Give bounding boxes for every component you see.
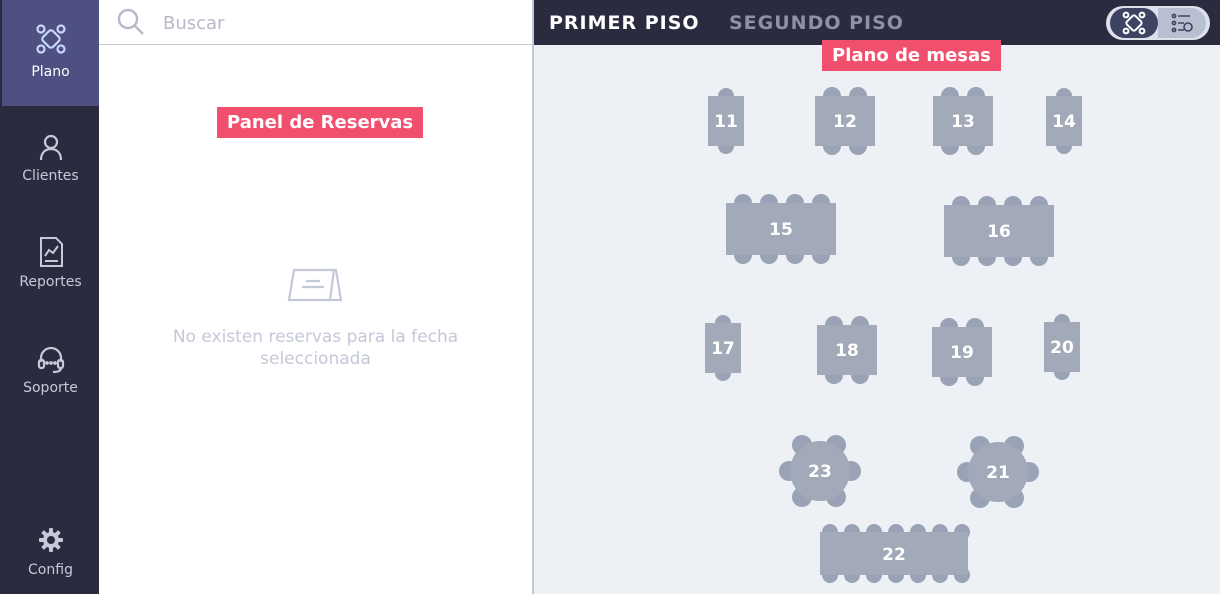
empty-state-message: No existen reservas para la fecha selecc… [99, 326, 532, 370]
table-22[interactable]: 22 [820, 524, 970, 583]
search-icon[interactable] [115, 6, 147, 38]
list-view-button[interactable] [1158, 8, 1206, 38]
table-11[interactable]: 11 [708, 88, 744, 154]
table-20[interactable]: 20 [1044, 314, 1080, 380]
headset-icon [37, 346, 64, 374]
table-14[interactable]: 14 [1046, 88, 1082, 154]
report-icon [39, 237, 63, 267]
table-number: 19 [950, 343, 974, 363]
table-number: 12 [833, 112, 857, 132]
floor-plan: PRIMER PISO SEGUNDO PISO Plano de mesas … [534, 0, 1220, 594]
tab-segundo-piso[interactable]: SEGUNDO PISO [729, 12, 904, 34]
sidebar-item-label: Soporte [23, 380, 78, 396]
table-number: 23 [808, 462, 832, 482]
table-number: 20 [1050, 338, 1074, 358]
table-15[interactable]: 15 [726, 194, 836, 264]
table-number: 14 [1052, 112, 1076, 132]
table-16[interactable]: 16 [944, 196, 1054, 266]
empty-state-line: seleccionada [260, 349, 371, 369]
table-12[interactable]: 12 [815, 87, 875, 155]
table-number: 11 [714, 112, 738, 132]
table-17[interactable]: 17 [705, 315, 741, 381]
table-21[interactable]: 21 [957, 436, 1039, 508]
empty-state-line: No existen reservas para la fecha [172, 327, 459, 347]
table-number: 15 [769, 220, 793, 240]
user-icon [39, 134, 62, 161]
tab-primer-piso[interactable]: PRIMER PISO [549, 12, 700, 34]
panel-callout: Panel de Reservas [217, 107, 424, 138]
table-number: 17 [711, 339, 735, 359]
table-19[interactable]: 19 [932, 318, 992, 386]
tent-card-icon [287, 268, 343, 302]
table-number: 18 [835, 341, 859, 361]
table-number: 13 [951, 112, 975, 132]
sidebar-item-plano[interactable]: Plano [2, 0, 99, 106]
search-bar [99, 0, 532, 45]
search-input[interactable] [161, 8, 505, 38]
sidebar: Plano Clientes Reportes Soporte Config [0, 0, 99, 594]
table-18[interactable]: 18 [817, 316, 877, 384]
sidebar-item-reportes[interactable]: Reportes [2, 212, 99, 318]
sidebar-item-clientes[interactable]: Clientes [2, 106, 99, 212]
reservation-panel: Panel de Reservas No existen reservas pa… [99, 0, 534, 594]
plan-view-button[interactable] [1110, 8, 1158, 38]
view-toggle [1106, 6, 1210, 40]
sidebar-item-label: Plano [31, 64, 70, 80]
table-number: 16 [987, 222, 1011, 242]
sidebar-item-label: Reportes [19, 274, 82, 290]
list-view-icon [1171, 13, 1193, 33]
gear-icon [38, 528, 63, 552]
sidebar-item-label: Clientes [22, 168, 79, 184]
floor-header: PRIMER PISO SEGUNDO PISO [534, 0, 1220, 45]
table-number: 21 [986, 463, 1010, 483]
sidebar-item-config[interactable]: Config [2, 512, 99, 594]
sidebar-item-label: Config [28, 562, 73, 578]
tables-layer: 11 12 13 14 15 16 17 18 19 20 23 21 22 [705, 87, 1082, 583]
floor-plan-icon [35, 24, 66, 54]
floorplan-callout: Plano de mesas [822, 40, 1001, 71]
table-23[interactable]: 23 [779, 435, 861, 507]
table-13[interactable]: 13 [933, 87, 993, 155]
sidebar-item-soporte[interactable]: Soporte [2, 318, 99, 424]
plan-view-icon [1122, 11, 1146, 35]
table-number: 22 [882, 545, 906, 565]
